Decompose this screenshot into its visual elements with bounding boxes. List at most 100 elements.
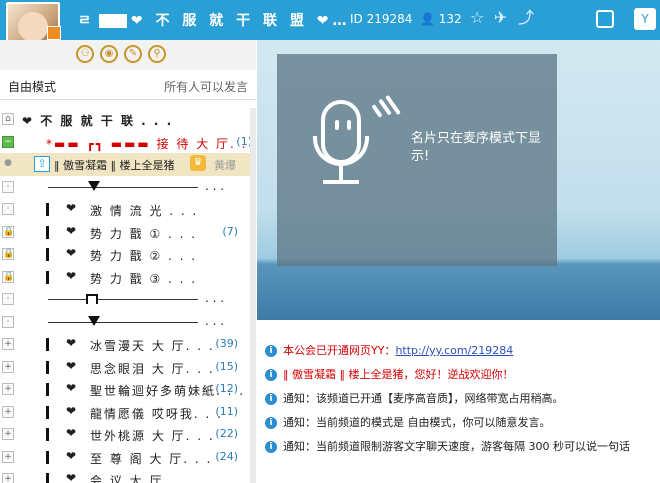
channel-item[interactable]: 🔒 ❤ 势 力 戬 ③ . . . [0,266,256,289]
channel-item[interactable]: + ❤ 聖世輪迴好多萌妹紙. . . (12) [0,378,256,401]
channel-count: (24) [215,449,238,463]
sub-toolbar: ⚇ ◉ ✎ ⚲ [0,40,256,70]
user-name: ‖ 傲雪凝霜 ‖ 楼上全是猪 [54,159,175,172]
user-row[interactable]: ● ⇧ ‖ 傲雪凝霜 ‖ 楼上全是猪 ♛ 黄爆 [0,153,256,176]
dot-icon: · [2,315,14,328]
channel-title: ㄹ ❤ 不 服 就 干 联 盟 ❤… [78,10,350,30]
channel-name: 势 力 戬 ② . . . [90,249,198,263]
status-dot-icon: ● [4,158,12,168]
tree-scrollbar[interactable] [250,108,256,483]
separator-dots: . . . [205,291,225,305]
channel-item[interactable]: + ❤ 龍情愿儀 哎呀我. . . (11) [0,401,256,424]
channel-name: 势 力 戬 ③ . . . [90,271,198,286]
separator-row: · . . . [0,311,256,334]
channel-bar [46,360,49,374]
header-actions: Y [584,0,660,40]
channel-count: (7) [222,224,238,238]
channel-header: ㄹ ❤ 不 服 就 干 联 盟 ❤… ID 219284 👤 132 ☆ ✈ ⤴ … [0,0,660,40]
expand-icon[interactable]: + [2,360,14,373]
mic-eye [347,120,351,130]
tree-root[interactable]: ⌂ ❤ 不 服 就 干 联 . . . [0,108,256,131]
channel-logo-icon[interactable]: Y [634,8,656,30]
favorite-icon[interactable]: ☆ [470,9,484,27]
channel-count: (22) [215,427,238,440]
channel-count: (15) [215,359,238,373]
expand-icon[interactable]: + [2,473,14,483]
airplane-icon[interactable]: ✈ [494,9,507,27]
title-redacted-block [98,14,127,28]
channel-name: 激 情 流 光 . . . [90,204,199,218]
heart-icon: ❤ [66,426,77,440]
channel-reception[interactable]: − *▬▬ ┏┓ ▬▬▬ 接 待 大 厅. . . (1) [0,131,256,154]
channel-name: 至 尊 阁 大 厅. . . [90,451,213,466]
chat-icon[interactable]: ✎ [124,45,142,63]
title-text: ❤ 不 服 就 干 联 盟 ❤… [130,13,351,29]
chat-message: i 通知：当前频道的模式是 自由模式，你可以随意发言。 [265,414,551,430]
collapse-icon[interactable]: − [2,135,14,148]
online-count-value: 132 [438,12,462,26]
location-icon[interactable]: ◉ [100,45,118,63]
channel-item[interactable]: + ❤ 至 尊 阁 大 厅. . . (24) [0,446,256,469]
heart-icon: ❤ [66,471,77,483]
expand-icon[interactable]: + [2,383,14,395]
separator-line [48,299,198,300]
channel-name: 世外桃源 大 厅. . . [90,429,215,443]
channel-count: (11) [215,404,238,418]
channel-bar [46,203,49,216]
expand-icon[interactable]: + [2,450,14,463]
info-icon: i [265,441,277,453]
heart-icon: ❤ [66,336,77,350]
heart-icon: ❤ [66,246,77,260]
root-name: ❤ 不 服 就 干 联 . . . [22,114,174,128]
channel-item[interactable]: + ❤ 世外桃源 大 厅. . . (22) [0,423,256,446]
channel-name: 冰雪漫天 大 厅. . . [90,339,215,353]
heart-icon: ❤ [66,381,77,395]
separator-line [48,321,198,323]
triangle-mark [88,180,100,191]
channel-bar [46,450,49,464]
chat-message: i 本公会已开通网页YY：http://yy.com/219284 [265,342,513,358]
channel-item[interactable]: · ❤ 激 情 流 光 . . . [0,198,256,221]
menu-icon[interactable] [596,10,614,28]
online-count: 👤 132 [420,12,462,26]
members-icon[interactable]: ⚇ [76,45,94,63]
channel-bar [46,473,49,483]
heart-icon: ❤ [66,358,77,373]
home-icon[interactable]: ⌂ [2,113,14,125]
separator-line [48,186,198,188]
heart-icon: ❤ [66,448,77,463]
chat-message: i 通知：当前频道限制游客文字聊天速度，游客每隔 300 秒可以说一句话 [265,438,630,454]
separator-row: · . . . [0,288,256,311]
channel-bar [46,248,49,261]
lock-icon: 🔒 [2,225,15,238]
channel-name: 势 力 戬 ① . . . [90,226,198,241]
avatar-face [18,12,48,42]
media-area: 名片只在麦序模式下显示! [257,40,660,320]
mode-bar: 自由模式 所有人可以发言 [0,70,256,100]
search-icon[interactable]: ⚲ [148,45,166,63]
info-icon: i [265,417,277,429]
user-tag: 黄爆 [214,159,236,172]
channel-item[interactable]: 🔒 ❤ 势 力 戬 ① . . . (7) [0,221,256,244]
user-avatar-icon: ⇧ [34,156,50,172]
web-yy-link[interactable]: http://yy.com/219284 [395,344,513,357]
expand-icon[interactable]: + [2,405,14,418]
mode-label: 自由模式 [8,80,57,94]
channel-item[interactable]: + ❤ 思念眼泪 大 厅. . . (15) [0,356,256,379]
channel-item[interactable]: + ❤ 会 议 大 厅. . . [0,468,256,483]
card-panel: 名片只在麦序模式下显示! [277,54,557,266]
triangle-mark [88,315,100,326]
separator-row: · . . . [0,176,256,199]
channel-item[interactable]: + ❤ 冰雪漫天 大 厅. . . (39) [0,333,256,356]
channel-item[interactable]: 🔒 ❤ 势 力 戬 ② . . . [0,243,256,266]
channel-tree: ⌂ ❤ 不 服 就 干 联 . . . − *▬▬ ┏┓ ▬▬▬ 接 待 大 厅… [0,108,256,483]
share-icon[interactable]: ⤴ [518,9,534,27]
lock-icon: 🔒 [2,270,15,283]
admin-role-icon: ♛ [190,155,206,171]
expand-icon[interactable]: + [2,428,14,440]
channel-bar [46,225,49,239]
chat-message: i ‖ 傲雪凝霜 ‖ 楼上全是猪，您好！逆战欢迎你！ [265,366,514,382]
channel-name: 会 议 大 厅. . . [90,474,193,483]
heart-icon: ❤ [66,223,77,238]
expand-icon[interactable]: + [2,338,14,350]
